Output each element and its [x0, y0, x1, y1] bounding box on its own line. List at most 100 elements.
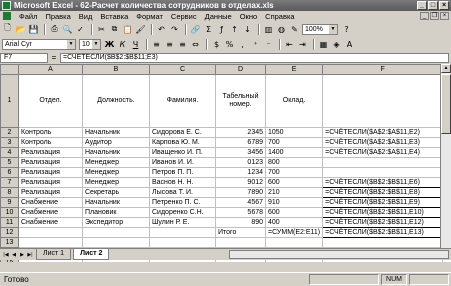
cell-formula[interactable]: [322, 237, 444, 248]
worksheet[interactable]: A B C D E F 1 Отдел. Должность. Фамилия.…: [0, 64, 451, 262]
row-header[interactable]: 2: [0, 127, 19, 138]
font-size-select[interactable]: 10 ▼: [79, 38, 101, 50]
menu-window[interactable]: Окно: [236, 12, 261, 21]
menu-data[interactable]: Данные: [201, 12, 236, 21]
equals-icon[interactable]: =: [48, 53, 60, 62]
doc-close-icon[interactable]: ×: [440, 12, 449, 20]
cell-department[interactable]: Реализация: [18, 167, 83, 178]
formula-input[interactable]: =СЧЁТЕСЛИ($B$2:$B$11;E3): [60, 52, 449, 63]
font-select[interactable]: Arial Cyr ▼: [2, 38, 76, 50]
cell-surname[interactable]: Сидоренко С.Н.: [149, 207, 216, 218]
cell-position[interactable]: Начальник: [82, 127, 150, 138]
cell-department[interactable]: Реализация: [18, 177, 83, 188]
cell-position[interactable]: Начальник: [82, 147, 150, 158]
column-header-a[interactable]: A: [18, 64, 83, 75]
cell-surname[interactable]: Иванов И. И.: [149, 157, 216, 168]
preview-icon[interactable]: 🔍: [62, 24, 73, 35]
cell-surname[interactable]: Петренко П. С.: [149, 197, 216, 208]
drawing-icon[interactable]: ✎: [289, 24, 300, 35]
bold-icon[interactable]: Ж: [104, 39, 115, 50]
cell-header-department[interactable]: Отдел.: [18, 74, 83, 128]
doc-restore-icon[interactable]: ❐: [430, 12, 439, 20]
cell-surname[interactable]: Сидорова Е. С.: [149, 127, 216, 138]
tab-sheet-1[interactable]: Лист 1: [36, 249, 72, 260]
cell-surname[interactable]: [149, 237, 216, 248]
cell-position[interactable]: Экспедитор: [82, 217, 150, 228]
cell-header-position[interactable]: Должность.: [82, 74, 150, 128]
cell-formula[interactable]: =СЧЁТЕСЛИ($B$2:$B$11,E10): [322, 207, 444, 218]
cell-personnel-number[interactable]: 2345: [215, 127, 266, 138]
cell-surname[interactable]: Петров П. П.: [149, 167, 216, 178]
row-header[interactable]: 4: [0, 147, 19, 158]
cell-salary[interactable]: [264, 237, 324, 248]
cell-department[interactable]: Контроль: [18, 137, 83, 148]
increase-decimal-icon[interactable]: ⁺: [250, 39, 261, 50]
cell-personnel-number[interactable]: 3456: [215, 147, 266, 158]
row-header[interactable]: 6: [0, 167, 19, 178]
row-header[interactable]: 13: [0, 237, 19, 248]
borders-icon[interactable]: ▦: [318, 39, 329, 50]
column-header-b[interactable]: B: [82, 64, 150, 75]
menu-edit[interactable]: Правка: [41, 12, 74, 21]
cell-formula[interactable]: =СЧЁТЕСЛИ($A$2:$A$11,E3): [322, 137, 444, 148]
column-header-c[interactable]: C: [149, 64, 216, 75]
cell-personnel-number[interactable]: 6789: [215, 137, 266, 148]
cell-salary[interactable]: 700: [264, 167, 324, 178]
cell-department[interactable]: Контроль: [18, 127, 83, 138]
workbook-icon[interactable]: [3, 12, 11, 20]
cell-position[interactable]: [82, 237, 150, 248]
cell-personnel-number[interactable]: [215, 237, 266, 248]
cell-formula[interactable]: =СЧЁТЕСЛИ($B$2:$B$11,E12): [322, 217, 444, 228]
cell-personnel-number[interactable]: 7890: [215, 187, 266, 198]
help-icon[interactable]: ?: [341, 24, 352, 35]
cell-salary[interactable]: 600: [264, 177, 324, 188]
menu-view[interactable]: Вид: [75, 12, 97, 21]
cell-position[interactable]: Аудитор: [82, 137, 150, 148]
cell-position[interactable]: [82, 227, 150, 238]
scroll-up-icon[interactable]: ▲: [441, 64, 451, 73]
redo-icon[interactable]: ↷: [169, 24, 180, 35]
new-icon[interactable]: 🗋: [2, 23, 13, 35]
cell-formula[interactable]: =СЧЁТЕСЛИ($B$2:$B$11,E8): [322, 187, 444, 198]
cell-surname[interactable]: Лысова Т. И.: [149, 187, 216, 198]
cell-salary[interactable]: 800: [264, 157, 324, 168]
menu-insert[interactable]: Вставка: [96, 12, 132, 21]
cell-position[interactable]: Начальник: [82, 197, 150, 208]
cell-formula[interactable]: [322, 167, 444, 178]
column-header-f[interactable]: F: [322, 64, 444, 75]
cut-icon[interactable]: ✂: [96, 24, 107, 35]
copy-icon[interactable]: ⧉: [109, 24, 120, 35]
row-header[interactable]: 11: [0, 217, 19, 228]
minimize-icon[interactable]: _: [417, 1, 427, 10]
cell-formula[interactable]: =СЧЁТЕСЛИ($B$2:$B$11,E6): [322, 177, 444, 188]
cell-salary[interactable]: 1050: [264, 127, 324, 138]
cell-surname[interactable]: Карпова Ю. М.: [149, 137, 216, 148]
cell-formula[interactable]: =СЧЁТЕСЛИ($B$2:$B$11,E13): [322, 227, 444, 238]
cell-formula[interactable]: [322, 157, 444, 168]
maximize-icon[interactable]: □: [428, 1, 438, 10]
cell-personnel-number[interactable]: 9012: [215, 177, 266, 188]
select-all-corner[interactable]: [0, 64, 19, 75]
cell-salary[interactable]: 600: [264, 207, 324, 218]
doc-minimize-icon[interactable]: _: [420, 12, 429, 20]
underline-icon[interactable]: Ч: [130, 39, 141, 50]
last-sheet-icon[interactable]: ▶|: [26, 251, 34, 259]
align-center-icon[interactable]: ≡: [164, 39, 175, 50]
function-icon[interactable]: ƒ: [216, 24, 227, 35]
row-header[interactable]: 1: [0, 74, 19, 128]
comma-icon[interactable]: ,: [237, 39, 248, 50]
cell-department[interactable]: Снабжение: [18, 217, 83, 228]
cell-salary[interactable]: 1400: [264, 147, 324, 158]
next-sheet-icon[interactable]: ▶: [18, 251, 26, 259]
column-header-e[interactable]: E: [264, 64, 324, 75]
decrease-indent-icon[interactable]: ⇤: [284, 39, 295, 50]
cell-personnel-number[interactable]: 890: [215, 217, 266, 228]
map-icon[interactable]: ◍: [276, 24, 287, 35]
cell-position[interactable]: Плановик: [82, 207, 150, 218]
cell-personnel-number[interactable]: 4567: [215, 197, 266, 208]
cell-surname[interactable]: Васнов Н. Н.: [149, 177, 216, 188]
print-icon[interactable]: ⎙: [49, 24, 60, 35]
cell-header-f[interactable]: [322, 74, 444, 128]
cell-surname[interactable]: [149, 227, 216, 238]
cell-header-surname[interactable]: Фамилия.: [149, 74, 216, 128]
